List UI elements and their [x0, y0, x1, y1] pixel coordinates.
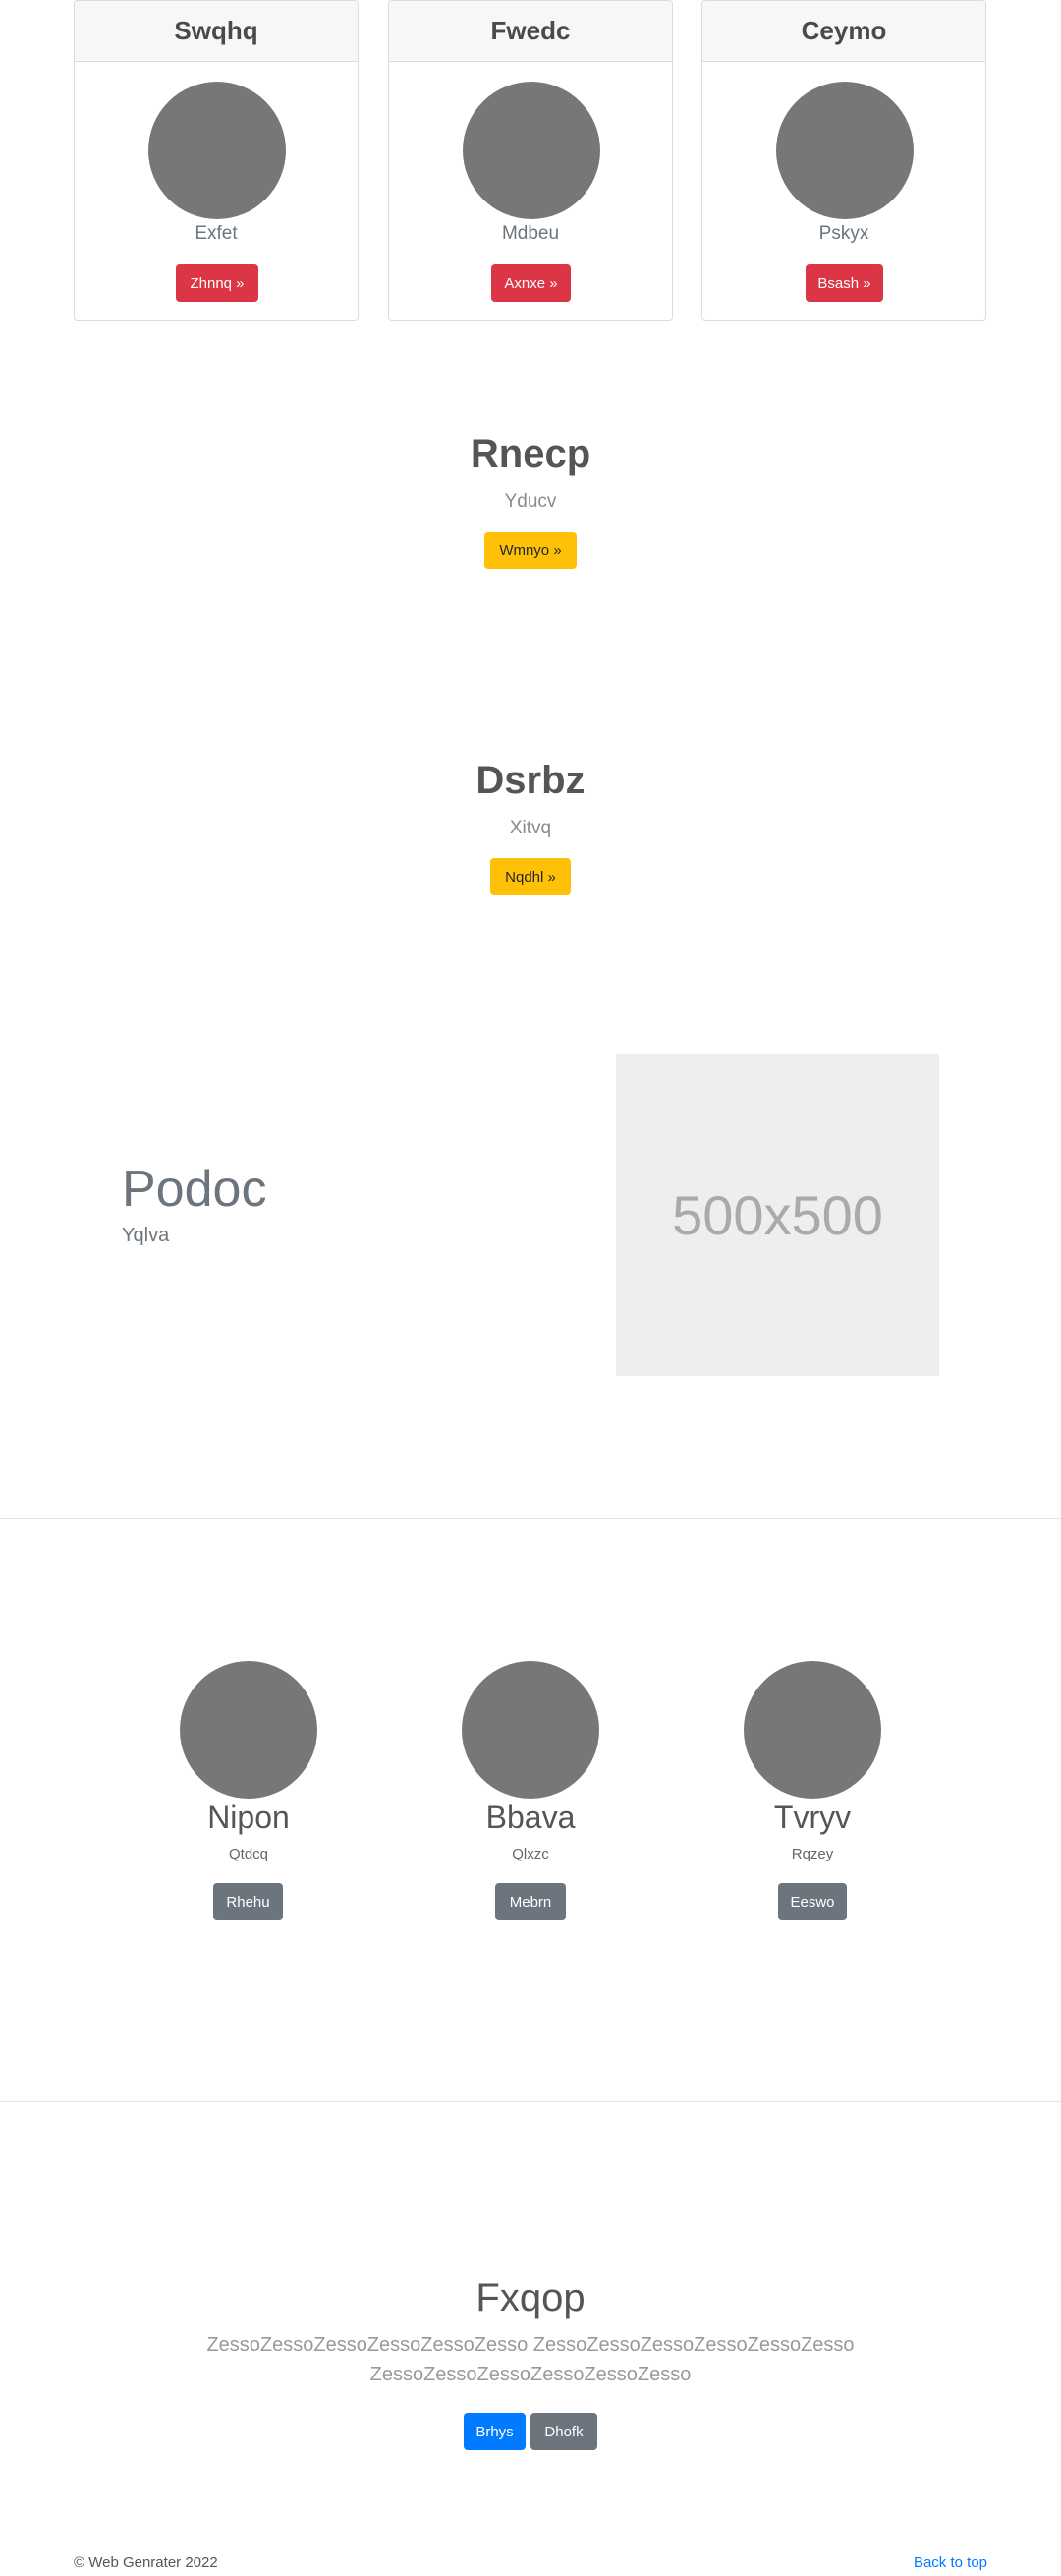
avatar: [463, 82, 600, 219]
cta-text-line-2: ZessoZessoZessoZessoZessoZesso: [369, 2364, 692, 2385]
feature-title: Podoc: [122, 1161, 267, 1218]
feature-subtitle: Yqlva: [122, 1225, 170, 1246]
team-2-button[interactable]: Mebrn: [495, 1883, 566, 1920]
avatar: [148, 82, 286, 219]
card-subtitle: Pskyx: [818, 223, 869, 244]
card-1: Swqhq Exfet Zhnnq »: [74, 0, 359, 321]
section-divider: [0, 2101, 1061, 2102]
cta-primary-button[interactable]: Brhys: [464, 2413, 526, 2450]
card-title: Ceymo: [702, 1, 985, 62]
team-3-name: Tvryv: [773, 1800, 852, 1835]
image-placeholder-label: 500x500: [672, 1183, 883, 1246]
hero-1-button[interactable]: Wmnyo »: [484, 532, 577, 569]
card-title: Swqhq: [75, 1, 358, 62]
cta-text-line-1: ZessoZessoZessoZessoZessoZesso ZessoZess…: [206, 2334, 855, 2356]
back-to-top-link[interactable]: Back to top: [914, 2554, 987, 2571]
card-3: Ceymo Pskyx Bsash »: [701, 0, 986, 321]
section-divider: [0, 1518, 1061, 1519]
image-placeholder: 500x500: [616, 1054, 939, 1376]
card-subtitle: Mdbeu: [501, 223, 560, 244]
hero-2-title: Dsrbz: [475, 759, 586, 802]
hero-1-title: Rnecp: [470, 432, 591, 476]
hero-2-subtitle: Xitvq: [509, 818, 552, 838]
avatar: [744, 1661, 881, 1799]
team-1-role: Qtdcq: [228, 1846, 269, 1862]
avatar: [462, 1661, 599, 1799]
cta-secondary-button[interactable]: Dhofk: [530, 2413, 597, 2450]
card-1-button[interactable]: Zhnnq »: [176, 264, 258, 302]
hero-1-subtitle: Yducv: [504, 491, 557, 512]
avatar: [180, 1661, 317, 1799]
card-title: Fwedc: [389, 1, 672, 62]
card-2-button[interactable]: Axnxe »: [491, 264, 571, 302]
card-subtitle: Exfet: [195, 223, 238, 244]
team-1-name: Nipon: [207, 1800, 290, 1835]
team-2-name: Bbava: [485, 1800, 576, 1835]
avatar: [776, 82, 914, 219]
cta-title: Fxqop: [475, 2276, 586, 2319]
card-3-button[interactable]: Bsash »: [806, 264, 883, 302]
footer-copyright: © Web Genrater 2022: [74, 2554, 218, 2571]
team-2-role: Qlxzc: [512, 1846, 549, 1862]
team-1-button[interactable]: Rhehu: [213, 1883, 283, 1920]
hero-2-button[interactable]: Nqdhl »: [490, 858, 571, 895]
team-3-button[interactable]: Eeswo: [778, 1883, 847, 1920]
team-3-role: Rqzey: [791, 1846, 834, 1862]
card-2: Fwedc Mdbeu Axnxe »: [388, 0, 673, 321]
